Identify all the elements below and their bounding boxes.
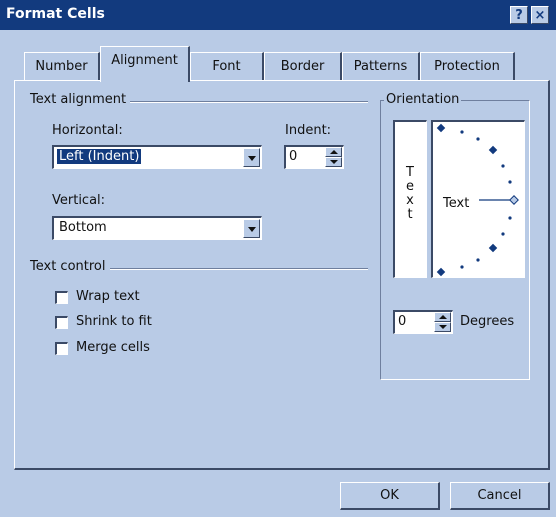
shrink-to-fit-label[interactable]: Shrink to fit [76,314,152,329]
text-control-title: Text control [30,259,110,274]
close-button[interactable]: × [531,6,549,24]
vertical-text-letter: t [407,207,413,222]
vertical-select-value: Bottom [59,220,107,235]
indent-up-arrow-icon[interactable] [325,147,342,157]
dial-handle-icon [509,195,519,205]
indent-stepper[interactable]: 0 [284,145,344,169]
dial-minor-tick [460,265,464,269]
vertical-text-toggle[interactable]: T e x t [393,120,427,278]
wrap-text-checkbox[interactable] [55,291,68,304]
degrees-down-arrow-icon[interactable] [434,322,451,332]
chevron-down-icon[interactable] [243,148,260,167]
tab-patterns[interactable]: Patterns [342,52,420,80]
wrap-text-label[interactable]: Wrap text [76,289,140,304]
dial-minor-tick [476,258,480,262]
tab-font[interactable]: Font [190,52,264,80]
ok-button[interactable]: OK [340,482,440,510]
tab-number[interactable]: Number [24,52,100,80]
dial-minor-tick [508,180,512,184]
orientation-title: Orientation [384,92,462,107]
dial-major-tick [436,123,446,133]
dial-minor-tick [508,216,512,220]
text-alignment-title: Text alignment [30,92,131,107]
dial-text-label: Text [443,196,470,211]
dial-major-tick [488,145,498,155]
tab-border[interactable]: Border [264,52,342,80]
format-cells-dialog: Format Cells ? × Number Alignment Font B… [0,0,556,517]
degrees-up-arrow-icon[interactable] [434,312,451,322]
merge-cells-label[interactable]: Merge cells [76,340,150,355]
vertical-text-letter: T [406,165,414,180]
dial-minor-tick [501,232,505,236]
merge-cells-checkbox[interactable] [55,342,68,355]
title-bar[interactable]: Format Cells ? × [0,0,556,30]
vertical-label: Vertical: [52,193,106,208]
degrees-stepper[interactable]: 0 [393,310,453,334]
tab-protection[interactable]: Protection [420,52,515,80]
dial-minor-tick [476,137,480,141]
tab-alignment[interactable]: Alignment [100,46,190,82]
dial-minor-tick [460,130,464,134]
shrink-to-fit-checkbox[interactable] [55,316,68,329]
dial-minor-tick [501,164,505,168]
horizontal-select-value: Left (Indent) [55,148,143,165]
dialog-title: Format Cells [6,6,105,22]
orientation-dial[interactable]: Text [431,120,525,278]
vertical-text-letter: x [406,193,414,208]
vertical-text-letter: e [406,179,414,194]
indent-value: 0 [289,149,298,164]
indent-down-arrow-icon[interactable] [325,157,342,167]
dial-major-tick [436,267,446,277]
horizontal-select[interactable]: Left (Indent) [52,145,262,169]
indent-label: Indent: [285,123,332,138]
degrees-label: Degrees [460,314,515,329]
help-button[interactable]: ? [510,6,528,24]
degrees-value: 0 [398,314,407,329]
horizontal-label: Horizontal: [52,123,123,138]
dial-major-tick [488,243,498,253]
cancel-button[interactable]: Cancel [450,482,550,510]
chevron-down-icon[interactable] [243,219,260,238]
vertical-select[interactable]: Bottom [52,216,262,240]
